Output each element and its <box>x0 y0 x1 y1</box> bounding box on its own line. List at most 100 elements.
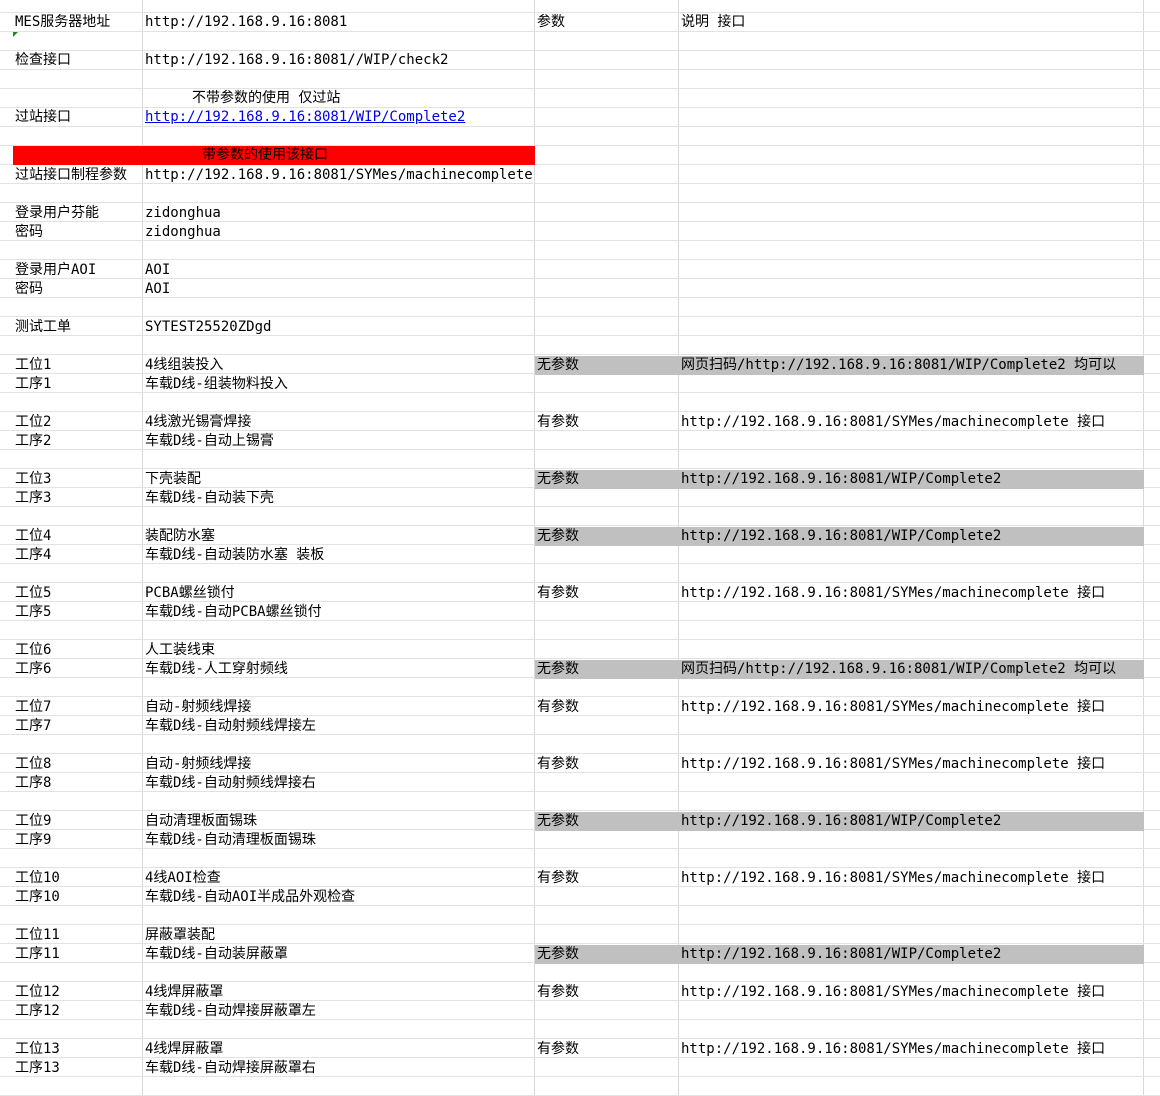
station-name[interactable]: 自动清理板面锡珠 <box>143 812 535 831</box>
login2-pwd-label[interactable]: 密码 <box>13 280 143 299</box>
station-id[interactable]: 工位12 <box>13 983 143 1002</box>
param-cell[interactable]: 无参数 <box>535 527 679 546</box>
process-id[interactable]: 工序5 <box>13 603 143 622</box>
station-name[interactable]: 下壳装配 <box>143 470 535 489</box>
desc-cell[interactable]: http://192.168.9.16:8081/SYMes/machineco… <box>679 983 1144 1002</box>
process-name[interactable]: 车载D线-自动装下壳 <box>143 489 535 508</box>
desc-cell[interactable] <box>679 717 1144 736</box>
desc-cell[interactable]: http://192.168.9.16:8081/SYMes/machineco… <box>679 698 1144 717</box>
station-id[interactable]: 工位9 <box>13 812 143 831</box>
desc-cell[interactable] <box>679 489 1144 508</box>
station-id[interactable]: 工位8 <box>13 755 143 774</box>
param-cell[interactable]: 有参数 <box>535 869 679 888</box>
process-id[interactable]: 工序3 <box>13 489 143 508</box>
desc-cell[interactable]: 网页扫码/http://192.168.9.16:8081/WIP/Comple… <box>679 356 1144 375</box>
desc-cell[interactable]: http://192.168.9.16:8081/WIP/Complete2 <box>679 470 1144 489</box>
param-cell[interactable]: 无参数 <box>535 356 679 375</box>
desc-cell[interactable] <box>679 888 1144 907</box>
process-name[interactable]: 车载D线-自动装屏蔽罩 <box>143 945 535 964</box>
desc-cell[interactable] <box>679 1002 1144 1021</box>
desc-cell[interactable]: http://192.168.9.16:8081/WIP/Complete2 <box>679 527 1144 546</box>
station-id[interactable]: 工位6 <box>13 641 143 660</box>
station-id[interactable]: 工位1 <box>13 356 143 375</box>
desc-cell[interactable] <box>679 831 1144 850</box>
process-name[interactable]: 车载D线-自动PCBA螺丝锁付 <box>143 603 535 622</box>
process-id[interactable]: 工序11 <box>13 945 143 964</box>
station-id[interactable]: 工位10 <box>13 869 143 888</box>
desc-cell[interactable] <box>679 1059 1144 1078</box>
process-name[interactable]: 车载D线-组装物料投入 <box>143 375 535 394</box>
pass-url-link[interactable]: http://192.168.9.16:8081/WIP/Complete2 <box>143 108 535 127</box>
desc-cell[interactable]: 网页扫码/http://192.168.9.16:8081/WIP/Comple… <box>679 660 1144 679</box>
desc-cell[interactable]: http://192.168.9.16:8081/SYMes/machineco… <box>679 413 1144 432</box>
process-id[interactable]: 工序7 <box>13 717 143 736</box>
station-id[interactable]: 工位13 <box>13 1040 143 1059</box>
process-name[interactable]: 车载D线-自动射频线焊接右 <box>143 774 535 793</box>
banner-cell[interactable]: 带参数的使用该接口 <box>13 146 535 165</box>
param-cell[interactable] <box>535 432 679 451</box>
param-cell[interactable] <box>535 888 679 907</box>
param-cell[interactable] <box>535 1059 679 1078</box>
desc-cell[interactable]: http://192.168.9.16:8081/SYMes/machineco… <box>679 755 1144 774</box>
param-cell[interactable] <box>535 926 679 945</box>
param-cell[interactable] <box>535 603 679 622</box>
station-name[interactable]: 屏蔽罩装配 <box>143 926 535 945</box>
process-id[interactable]: 工序12 <box>13 1002 143 1021</box>
desc-cell[interactable] <box>679 375 1144 394</box>
param-cell[interactable]: 有参数 <box>535 698 679 717</box>
station-id[interactable]: 工位5 <box>13 584 143 603</box>
station-id[interactable]: 工位11 <box>13 926 143 945</box>
param-cell[interactable] <box>535 1002 679 1021</box>
process-id[interactable]: 工序10 <box>13 888 143 907</box>
param-cell[interactable]: 无参数 <box>535 470 679 489</box>
param-cell[interactable] <box>535 546 679 565</box>
server-label[interactable]: MES服务器地址 <box>13 13 143 32</box>
login2-pwd[interactable]: AOI <box>143 280 535 299</box>
station-name[interactable]: 装配防水塞 <box>143 527 535 546</box>
param-cell[interactable]: 有参数 <box>535 1040 679 1059</box>
process-id[interactable]: 工序13 <box>13 1059 143 1078</box>
workorder-value[interactable]: SYTEST25520ZDgd <box>143 318 535 337</box>
server-url[interactable]: http://192.168.9.16:8081 <box>143 13 535 32</box>
spreadsheet-grid[interactable]: MES服务器地址 http://192.168.9.16:8081 参数 说明 … <box>0 0 1160 1096</box>
process-id[interactable]: 工序2 <box>13 432 143 451</box>
station-id[interactable]: 工位2 <box>13 413 143 432</box>
desc-cell[interactable]: http://192.168.9.16:8081/SYMes/machineco… <box>679 584 1144 603</box>
desc-cell[interactable] <box>679 432 1144 451</box>
station-name[interactable]: 人工装线束 <box>143 641 535 660</box>
process-name[interactable]: 车载D线-自动装防水塞 装板 <box>143 546 535 565</box>
desc-cell[interactable] <box>679 774 1144 793</box>
station-name[interactable]: 自动-射频线焊接 <box>143 698 535 717</box>
station-name[interactable]: PCBA螺丝锁付 <box>143 584 535 603</box>
process-name[interactable]: 车载D线-自动焊接屏蔽罩左 <box>143 1002 535 1021</box>
process-name[interactable]: 车载D线-自动上锡膏 <box>143 432 535 451</box>
desc-cell[interactable] <box>679 926 1144 945</box>
param-cell[interactable]: 有参数 <box>535 983 679 1002</box>
process-id[interactable]: 工序9 <box>13 831 143 850</box>
check-label[interactable]: 检查接口 <box>13 51 143 70</box>
station-name[interactable]: 4线组装投入 <box>143 356 535 375</box>
pass-param-url[interactable]: http://192.168.9.16:8081/SYMes/machineco… <box>143 166 535 185</box>
station-name[interactable]: 4线激光锡膏焊接 <box>143 413 535 432</box>
station-id[interactable]: 工位7 <box>13 698 143 717</box>
param-cell[interactable] <box>535 774 679 793</box>
process-id[interactable]: 工序4 <box>13 546 143 565</box>
param-cell[interactable]: 无参数 <box>535 945 679 964</box>
login1-pwd[interactable]: zidonghua <box>143 223 535 242</box>
desc-cell[interactable] <box>679 603 1144 622</box>
station-name[interactable]: 4线焊屏蔽罩 <box>143 983 535 1002</box>
param-cell[interactable] <box>535 717 679 736</box>
process-id[interactable]: 工序6 <box>13 660 143 679</box>
process-name[interactable]: 车载D线-自动AOI半成品外观检查 <box>143 888 535 907</box>
param-cell[interactable]: 有参数 <box>535 413 679 432</box>
process-name[interactable]: 车载D线-自动焊接屏蔽罩右 <box>143 1059 535 1078</box>
station-name[interactable]: 自动-射频线焊接 <box>143 755 535 774</box>
workorder-label[interactable]: 测试工单 <box>13 318 143 337</box>
login2-user-label[interactable]: 登录用户AOI <box>13 261 143 280</box>
station-id[interactable]: 工位4 <box>13 527 143 546</box>
pass-param-label[interactable]: 过站接口制程参数 <box>13 166 143 185</box>
param-cell[interactable] <box>535 489 679 508</box>
param-cell[interactable]: 无参数 <box>535 812 679 831</box>
process-name[interactable]: 车载D线-人工穿射频线 <box>143 660 535 679</box>
check-url[interactable]: http://192.168.9.16:8081//WIP/check2 <box>143 51 535 70</box>
